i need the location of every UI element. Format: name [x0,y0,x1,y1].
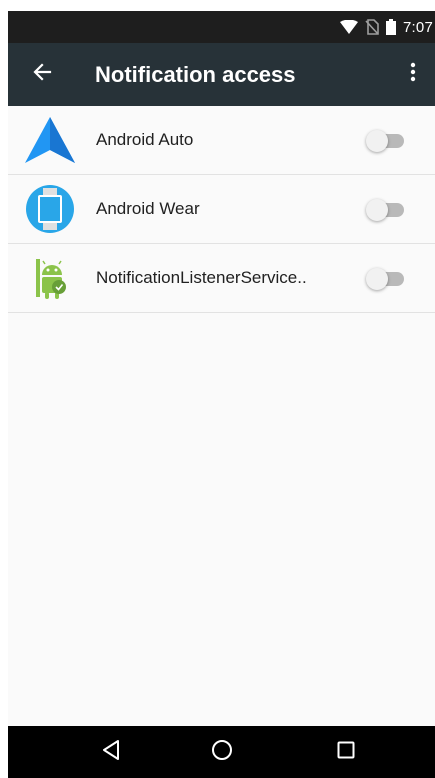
nav-back-icon [102,739,120,765]
android-auto-toggle[interactable] [366,130,408,152]
no-sim-icon [365,19,379,35]
list-item-android-auto[interactable]: Android Auto [8,106,435,175]
back-button[interactable] [24,56,60,92]
list-item-android-wear[interactable]: Android Wear [8,175,435,244]
nav-recents-icon [337,741,355,764]
status-icons: 7:07 [340,11,433,43]
list-item-notification-listener-service[interactable]: NotificationListenerService.. [8,244,435,313]
battery-icon [386,19,396,35]
more-vert-icon [410,62,416,87]
toggle-thumb [366,199,388,221]
nav-home-icon [211,739,233,766]
nav-recents-button[interactable] [316,726,376,778]
toggle-thumb [366,130,388,152]
status-time: 7:07 [403,18,433,36]
wifi-icon [340,20,358,34]
android-robot-icon [24,252,76,304]
notification-access-list: Android Auto Android Wear NotificationLi… [8,106,435,313]
app-label: NotificationListenerService.. [96,268,307,287]
nav-home-button[interactable] [192,726,252,778]
phone-screen: 7:07 Notification access Android Auto An… [8,11,435,778]
page-title: Notification access [95,62,296,87]
android-wear-icon [24,183,76,235]
android-auto-icon [24,114,76,166]
toggle-thumb [366,268,388,290]
status-bar: 7:07 [8,11,435,43]
app-label: Android Wear [96,199,200,218]
nav-back-button[interactable] [81,726,141,778]
navigation-bar [8,726,435,778]
android-wear-toggle[interactable] [366,199,408,221]
arrow-back-icon [32,62,52,87]
notification-listener-service-toggle[interactable] [366,268,408,290]
app-bar: Notification access [8,43,435,106]
app-label: Android Auto [96,130,194,149]
overflow-menu-button[interactable] [395,56,431,92]
